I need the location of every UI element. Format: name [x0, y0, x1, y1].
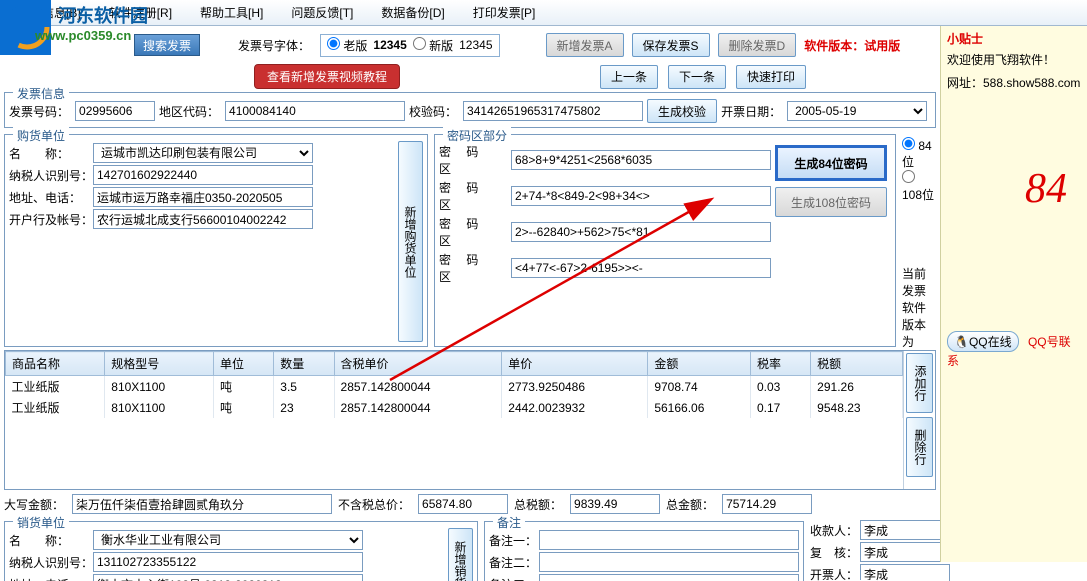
- version-label: 软件版本：试用版: [804, 37, 900, 54]
- invoice-date-select[interactable]: 2005-05-19: [787, 101, 927, 121]
- font-label: 发票号字体：: [238, 37, 310, 54]
- remark-1-input[interactable]: [539, 530, 799, 550]
- seller-tax-input[interactable]: [93, 552, 363, 572]
- logo-brand: 河东软件园: [58, 2, 148, 28]
- pwd-input-2[interactable]: [511, 186, 771, 206]
- menu-help[interactable]: 帮助工具[H]: [186, 4, 277, 21]
- tips-line2: 网址：588.show588.com: [947, 74, 1081, 91]
- menu-backup[interactable]: 数据备份[D]: [367, 4, 458, 21]
- remark-fieldset: 备注一： 备注二： 备注三： 备注四：: [484, 521, 804, 581]
- table-row[interactable]: 工业纸版810X1100吨232857.1428000442442.002393…: [6, 397, 903, 418]
- add-seller-button[interactable]: 新增销货单位: [448, 528, 473, 581]
- table-header[interactable]: 单位: [214, 352, 274, 376]
- font-new-radio[interactable]: 新版: [413, 37, 453, 54]
- amount-notax-input[interactable]: [418, 494, 508, 514]
- pwd-input-1[interactable]: [511, 150, 771, 170]
- remark-3-input[interactable]: [539, 574, 799, 581]
- table-header[interactable]: 金额: [648, 352, 751, 376]
- amount-taxsum-input[interactable]: [570, 494, 660, 514]
- table-header[interactable]: 商品名称: [6, 352, 105, 376]
- prev-button[interactable]: 上一条: [600, 65, 658, 89]
- table-header[interactable]: 单价: [502, 352, 648, 376]
- items-table[interactable]: 商品名称规格型号单位数量含税单价单价金额税率税额 工业纸版810X1100吨3.…: [5, 351, 903, 418]
- amount-total-input[interactable]: [722, 494, 812, 514]
- check-code-input[interactable]: [463, 101, 643, 121]
- tips-title: 小贴士: [947, 30, 1081, 47]
- invoice-number-input[interactable]: [75, 101, 155, 121]
- tips-panel: 小贴士 欢迎使用飞翔软件！ 网址：588.show588.com 🐧QQ在线 Q…: [940, 26, 1087, 562]
- invoice-info-fieldset: 发票号码： 地区代码： 校验码： 生成校验 开票日期： 2005-05-19: [4, 92, 936, 128]
- big-84-label: 84: [1025, 165, 1067, 213]
- drawer-input[interactable]: [860, 564, 950, 581]
- del-row-button[interactable]: 删除行: [906, 417, 933, 477]
- review-input[interactable]: [860, 542, 950, 562]
- add-buyer-button[interactable]: 新增购货单位: [398, 141, 423, 342]
- buyer-name-select[interactable]: 运城市凯达印刷包装有限公司: [93, 143, 313, 163]
- buyer-bank-input[interactable]: [93, 209, 313, 229]
- remark-2-input[interactable]: [539, 552, 799, 572]
- cur-ver-label: 当前发票软件版本为: [902, 265, 936, 350]
- font-radio-group: 老版 12345 新版 12345: [320, 34, 499, 57]
- seller-name-select[interactable]: 衡水华业工业有限公司: [93, 530, 363, 550]
- delete-invoice-button[interactable]: 删除发票D: [718, 33, 797, 57]
- tips-line1: 欢迎使用飞翔软件！: [947, 51, 1081, 68]
- table-header[interactable]: 税率: [750, 352, 810, 376]
- menu-feedback[interactable]: 问题反馈[T]: [277, 4, 367, 21]
- payee-input[interactable]: [860, 520, 950, 540]
- next-button[interactable]: 下一条: [668, 65, 726, 89]
- table-header[interactable]: 规格型号: [105, 352, 214, 376]
- menu-print[interactable]: 打印发票[P]: [459, 4, 550, 21]
- seller-fieldset: 名 称：衡水华业工业有限公司 纳税人识别号： 地址、电话： 开户行及帐号： 新增…: [4, 521, 478, 581]
- logo-url: www.pc0359.cn: [35, 28, 131, 43]
- gen-84-button[interactable]: 生成84位密码: [775, 145, 887, 181]
- buyer-fieldset: 名 称：运城市凯达印刷包装有限公司 纳税人识别号： 地址、电话： 开户行及帐号：…: [4, 134, 428, 347]
- buyer-tax-input[interactable]: [93, 165, 313, 185]
- buyer-addr-input[interactable]: [93, 187, 313, 207]
- qq-icon: 🐧: [954, 335, 969, 349]
- radio-84[interactable]: 84位: [902, 139, 932, 169]
- gen-108-button[interactable]: 生成108位密码: [775, 187, 887, 217]
- add-invoice-button[interactable]: 新增发票A: [546, 33, 624, 57]
- save-invoice-button[interactable]: 保存发票S: [632, 33, 710, 57]
- gen-check-button[interactable]: 生成校验: [647, 99, 717, 123]
- quick-print-button[interactable]: 快速打印: [736, 65, 806, 89]
- tutorial-link[interactable]: 查看新增发票视频教程: [254, 64, 400, 89]
- radio-108[interactable]: 108位: [902, 172, 934, 202]
- items-table-area: 商品名称规格型号单位数量含税单价单价金额税率税额 工业纸版810X1100吨3.…: [4, 350, 936, 490]
- table-row[interactable]: 工业纸版810X1100吨3.52857.1428000442773.92504…: [6, 376, 903, 398]
- pwd-input-4[interactable]: [511, 258, 771, 278]
- table-header[interactable]: 数量: [274, 352, 334, 376]
- area-code-input[interactable]: [225, 101, 405, 121]
- table-header[interactable]: 含税单价: [334, 352, 502, 376]
- table-header[interactable]: 税额: [811, 352, 903, 376]
- pwd-input-3[interactable]: [511, 222, 771, 242]
- add-row-button[interactable]: 添加行: [906, 353, 933, 413]
- seller-addr-input[interactable]: [93, 574, 363, 581]
- font-old-radio[interactable]: 老版: [327, 37, 367, 54]
- logo: 河东软件园 www.pc0359.cn: [0, 0, 170, 55]
- amount-cap-input[interactable]: [72, 494, 332, 514]
- qq-online-badge[interactable]: 🐧QQ在线: [947, 331, 1019, 352]
- password-fieldset: 密 码 区 密 码 区 密 码 区 密 码 区 生成84位密码 生成108位密码: [434, 134, 896, 347]
